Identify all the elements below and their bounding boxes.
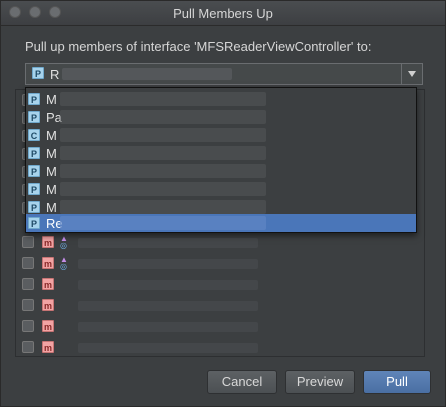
dropdown-item[interactable]: C M: [26, 126, 416, 144]
redacted-text: [78, 322, 258, 332]
interface-icon: P: [28, 147, 40, 159]
combo-dropdown-button[interactable]: [401, 64, 422, 84]
target-dropdown-list[interactable]: P M P Pa C M P M P M P M P M P Re: [25, 87, 417, 233]
redacted-text: [60, 182, 266, 196]
redacted-text: [78, 238, 258, 248]
member-checkbox[interactable]: [22, 278, 34, 290]
pull-members-up-dialog: Pull Members Up Pull up members of inter…: [0, 0, 446, 407]
redacted-text: [60, 128, 266, 142]
member-checkbox[interactable]: [22, 320, 34, 332]
redacted-text: [78, 343, 258, 353]
redacted-text: [60, 164, 266, 178]
interface-icon: P: [32, 67, 44, 79]
redacted-text: [60, 216, 266, 230]
method-icon: m: [42, 299, 54, 311]
table-row[interactable]: m: [20, 297, 280, 315]
pull-button[interactable]: Pull: [363, 370, 431, 394]
target-interface-combo[interactable]: P R: [25, 63, 423, 85]
redacted-text: [78, 280, 258, 290]
interface-icon: P: [28, 93, 40, 105]
title-bar: Pull Members Up: [1, 1, 445, 26]
method-icon: m: [42, 341, 54, 353]
redacted-text: [60, 146, 266, 160]
dropdown-item-label: M: [46, 200, 57, 215]
dropdown-item-label: M: [46, 164, 57, 179]
redacted-text: [60, 92, 266, 106]
interface-icon: P: [28, 183, 40, 195]
interface-icon: P: [28, 217, 40, 229]
dropdown-item-label: M: [46, 182, 57, 197]
dropdown-item-label: M: [46, 92, 57, 107]
redacted-text: [62, 68, 232, 80]
dropdown-item[interactable]: P Pa: [26, 108, 416, 126]
table-row[interactable]: m: [20, 318, 280, 336]
method-icon: m: [42, 236, 54, 248]
redacted-text: [60, 110, 266, 124]
override-icon: ▲ ◎: [60, 234, 68, 250]
table-row[interactable]: m: [20, 276, 280, 294]
table-row[interactable]: m: [20, 339, 280, 357]
redacted-text: [78, 259, 258, 269]
dropdown-item-label: M: [46, 146, 57, 161]
override-icon: ▲ ◎: [60, 255, 68, 271]
redacted-text: [78, 301, 258, 311]
target-prompt-label: Pull up members of interface 'MFSReaderV…: [25, 39, 372, 54]
member-checkbox[interactable]: [22, 299, 34, 311]
interface-icon: P: [28, 111, 40, 123]
member-checkbox[interactable]: [22, 236, 34, 248]
chevron-down-icon: [408, 71, 416, 77]
dropdown-item[interactable]: P M: [26, 162, 416, 180]
preview-button[interactable]: Preview: [285, 370, 355, 394]
method-icon: m: [42, 257, 54, 269]
window-title: Pull Members Up: [173, 6, 273, 21]
cancel-button[interactable]: Cancel: [207, 370, 277, 394]
interface-icon: P: [28, 165, 40, 177]
dropdown-item-label: M: [46, 128, 57, 143]
method-icon: m: [42, 320, 54, 332]
dropdown-item-selected[interactable]: P Re: [26, 214, 416, 232]
redacted-text: [60, 200, 266, 214]
table-row[interactable]: m ▲ ◎: [20, 255, 280, 273]
member-checkbox[interactable]: [22, 341, 34, 353]
class-icon: C: [28, 129, 40, 141]
method-icon: m: [42, 278, 54, 290]
dropdown-item[interactable]: P M: [26, 144, 416, 162]
member-checkbox[interactable]: [22, 257, 34, 269]
dropdown-item[interactable]: P M: [26, 180, 416, 198]
dropdown-item[interactable]: P M: [26, 90, 416, 108]
table-row[interactable]: m ▲ ◎: [20, 234, 280, 252]
interface-icon: P: [28, 201, 40, 213]
target-combo-value: R: [50, 67, 60, 82]
